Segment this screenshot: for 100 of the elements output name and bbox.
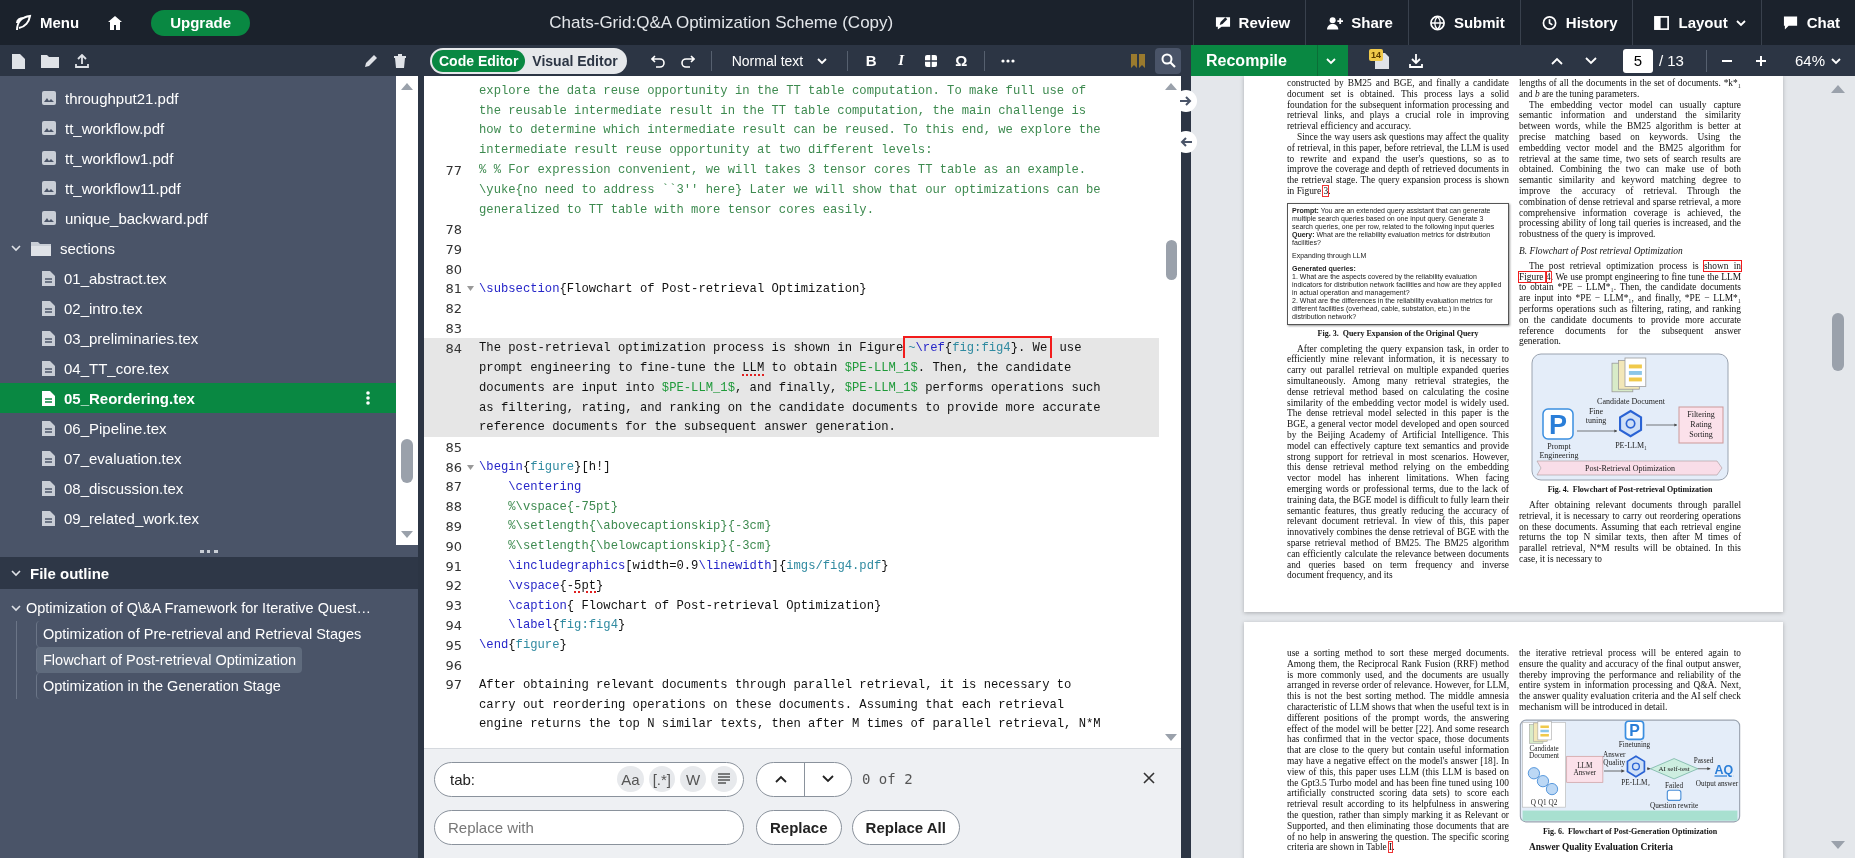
file-item[interactable]: 05_Reordering.tex: [0, 383, 396, 413]
scroll-thumb[interactable]: [1165, 240, 1177, 280]
down-arrow-icon[interactable]: [401, 531, 413, 539]
page-number-field[interactable]: 5: [1622, 48, 1653, 73]
file-item[interactable]: throughput21.pdf: [0, 83, 396, 113]
menu-button[interactable]: Menu: [0, 0, 94, 45]
home-icon: [107, 14, 124, 31]
folder-icon: [31, 240, 51, 256]
file-item[interactable]: 09_related_work.tex: [0, 503, 396, 533]
down-arrow-icon[interactable]: [1165, 734, 1177, 742]
line-number: 80: [444, 260, 463, 279]
fold-arrow-icon[interactable]: [467, 464, 474, 470]
question-bubbles-icon: [1527, 766, 1559, 795]
paragraph: After completing the query expansion task, in order to efficiently mine relevant information, it is necessary to carry out parallel retrieval on multiple expanded queries simultaneously. Among many retrieval strategies, the dense retrieval method based on calculating the cosine similarity of the embedding vector model is widely used. The dense retrieval model selected in this paper is the BGE, a general vector model developed and open sourced by the Beijing Academy of Artificial Intelligence. This model can effectively capture text semantics and provide strong support for retrieval in most scenarios. However, this dense retrieval method relying on the embedding vector model has inherent limitations. When facing emerging words or professional terms, due to the lack of training data, the BGE model is difficult to fully learn their semantic features, thus greatly reducing the accuracy of relevant document retrieval. In view of this, this paper innovatively combines the dense retrieval of BGE with the sparse retrieval method of BM25. The BM25 algorithm can efficiently calculate the relevance between documents and queries based on term frequency and inverse document frequency, and its: [1287, 343, 1509, 582]
file-item[interactable]: 06_Pipeline.tex: [0, 413, 396, 443]
file-item[interactable]: tt_workflow1.pdf: [0, 143, 396, 173]
replace-button[interactable]: Replace: [756, 809, 842, 845]
more-icon: [1001, 58, 1016, 63]
up-arrow-icon[interactable]: [401, 82, 413, 90]
redo-icon: [680, 53, 695, 68]
code-line: After obtaining relevant documents through parallel retrieval, it is necessary to: [478, 676, 1073, 694]
paragraph: the iterative retrieval process will be entered again to ensure the quality and accuracy of the final output answer, thereby improving the performance and reliability of the entire system in information processing and Q&A. Next, the answer quality evaluation criteria and the AI self check mechanism will be introduced in detail.: [1519, 648, 1741, 713]
section-heading: B. Flowchart of Post retrieval Optimization: [1519, 245, 1684, 257]
search-in-selection-toggle[interactable]: [711, 766, 737, 792]
arrow: [1576, 429, 1618, 433]
recompile-button[interactable]: Recompile: [1191, 45, 1348, 76]
chevron-up-icon: [1550, 56, 1563, 65]
fold-arrow-icon[interactable]: [467, 286, 474, 292]
diagram-label: PE-LLM₁: [1615, 441, 1647, 451]
bookmark-icon: [1130, 52, 1146, 69]
code-line: %\vspace{-75pt}: [507, 498, 619, 516]
diagram-label: Prompt Engineering: [1539, 442, 1579, 460]
bold-button[interactable]: B: [858, 47, 885, 74]
right-arrow-icon: [1180, 96, 1192, 106]
review-icon: [1214, 14, 1231, 31]
file-item[interactable]: 03_preliminaries.tex: [0, 323, 396, 353]
scroll-thumb[interactable]: [1832, 313, 1844, 371]
search-button[interactable]: [1155, 47, 1181, 74]
file-item[interactable]: 08_discussion.tex: [0, 473, 396, 503]
upload-icon: [75, 53, 89, 68]
upload-button[interactable]: [73, 51, 91, 70]
file-item[interactable]: 04_TT_core.tex: [0, 353, 396, 383]
document-icon: [42, 390, 55, 406]
file-item[interactable]: 07_evaluation.tex: [0, 443, 396, 473]
editor-mode-tab[interactable]: Code Editor: [432, 49, 526, 72]
image-file-icon: [42, 91, 56, 105]
outline-item[interactable]: Flowchart of Post-retrieval Optimization: [36, 647, 303, 673]
document-icon: [42, 420, 55, 436]
line-number: 86: [424, 457, 474, 477]
replace-button[interactable]: Replace All: [851, 809, 960, 845]
file-item[interactable]: unique_backward.pdf: [0, 203, 396, 233]
outline-item[interactable]: Optimization of Q\&A Framework for Iterative Quest…: [6, 595, 375, 621]
code-line: \end{figure}: [478, 637, 568, 655]
logs-button[interactable]: 14: [1367, 47, 1396, 74]
text-style-dropdown[interactable]: Normal text: [721, 47, 838, 74]
scroll-thumb[interactable]: [401, 439, 413, 483]
arrow: [1603, 769, 1625, 773]
chevron-icon[interactable]: [10, 602, 22, 614]
code-line: how to determine which intermediate result can be reused. To this end, we explore the: [478, 122, 1102, 140]
more-options-icon[interactable]: [366, 390, 370, 406]
italic-button[interactable]: I: [888, 47, 915, 74]
scrollbar[interactable]: [396, 76, 418, 545]
upgrade-button[interactable]: Upgrade: [151, 9, 250, 36]
file-item[interactable]: 01_abstract.tex: [0, 263, 396, 293]
outline-item[interactable]: Optimization in the Generation Stage: [36, 673, 287, 699]
delete-button[interactable]: [392, 51, 408, 70]
file-item[interactable]: tt_workflow.pdf: [0, 113, 396, 143]
image-file-icon: [42, 211, 56, 225]
code-line: %\setlength{\belowcaptionskip}{-3cm}: [507, 538, 773, 556]
chat-bubble-icon: [1782, 14, 1799, 31]
line-number: 90: [444, 537, 463, 556]
new-file-icon: [12, 52, 25, 69]
diagram-label: Filtering Rating Sorting: [1687, 410, 1715, 440]
symbol-button[interactable]: Ω: [948, 47, 975, 74]
pencil-icon: [364, 53, 378, 68]
document-title: Chats-Grid:Q&A Optimization Scheme (Copy): [548, 12, 895, 33]
folder-item[interactable]: sections: [0, 233, 396, 263]
process-box: [1566, 755, 1604, 783]
editor-mode-tab[interactable]: Visual Editor: [525, 49, 625, 72]
outline-header[interactable]: File outline: [0, 557, 418, 589]
search-option-toggle[interactable]: [.*]: [648, 766, 675, 792]
zoom-dropdown[interactable]: 64%: [1790, 47, 1845, 74]
caret-icon: [817, 55, 828, 66]
chevron-icon[interactable]: [10, 567, 22, 579]
search-field[interactable]: tab: Aa [.*] W: [434, 761, 744, 797]
document-icon: [42, 270, 55, 286]
question-icon: [1666, 789, 1682, 801]
up-arrow-icon[interactable]: [1165, 82, 1177, 90]
replace-field[interactable]: Replace with: [434, 809, 744, 845]
search-option-toggle[interactable]: W: [680, 766, 706, 792]
file-item[interactable]: 02_intro.tex: [0, 293, 396, 323]
chevron-icon[interactable]: [10, 242, 22, 254]
line-number: 94: [444, 616, 463, 635]
arrow: [1697, 766, 1711, 771]
search-option-toggle[interactable]: Aa: [617, 766, 644, 792]
resize-handle[interactable]: [200, 549, 218, 553]
line-number: 87: [444, 478, 463, 497]
figure-caption: Fig. 3. Query Expansion of the Original Query: [1316, 328, 1480, 340]
code-line: \subsection{Flowchart of Post-retrieval Optimization}: [478, 280, 868, 298]
file-item[interactable]: tt_workflow11.pdf: [0, 173, 396, 203]
